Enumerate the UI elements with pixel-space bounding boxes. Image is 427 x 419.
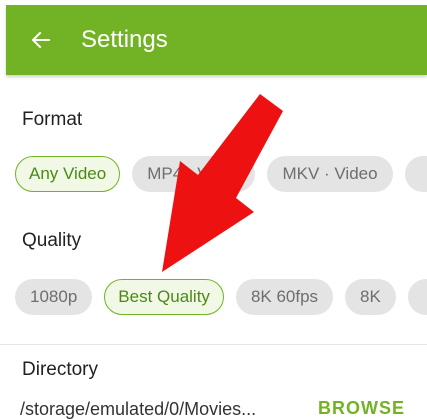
quality-chip-group: 1080p Best Quality 8K 60fps 8K — [15, 279, 427, 315]
chip-8k-60fps[interactable]: 8K 60fps — [235, 279, 334, 315]
chip-8k[interactable]: 8K — [345, 279, 396, 315]
chip-format-more[interactable] — [404, 156, 427, 192]
chip-best-quality[interactable]: Best Quality — [104, 279, 224, 315]
chip-mkv-video[interactable]: MKV · Video — [267, 156, 393, 192]
settings-screen: Settings Format Any Video MP4 · Video MK… — [0, 0, 427, 419]
directory-path: /storage/emulated/0/Movies... — [20, 399, 257, 419]
back-button[interactable] — [17, 16, 65, 64]
format-label: Format — [22, 109, 83, 130]
chip-any-video[interactable]: Any Video — [15, 156, 121, 192]
chip-mp4-video[interactable]: MP4 · Video — [132, 156, 256, 192]
arrow-left-icon — [31, 31, 50, 49]
section-divider — [0, 344, 427, 345]
chip-1080p[interactable]: 1080p — [15, 279, 93, 315]
app-bar: Settings — [6, 5, 427, 75]
format-chip-group: Any Video MP4 · Video MKV · Video — [15, 156, 427, 192]
quality-label: Quality — [22, 230, 82, 251]
browse-button[interactable]: BROWSE — [318, 398, 405, 419]
directory-label: Directory — [22, 359, 99, 380]
chip-quality-more[interactable] — [407, 279, 427, 315]
page-title: Settings — [81, 26, 168, 53]
